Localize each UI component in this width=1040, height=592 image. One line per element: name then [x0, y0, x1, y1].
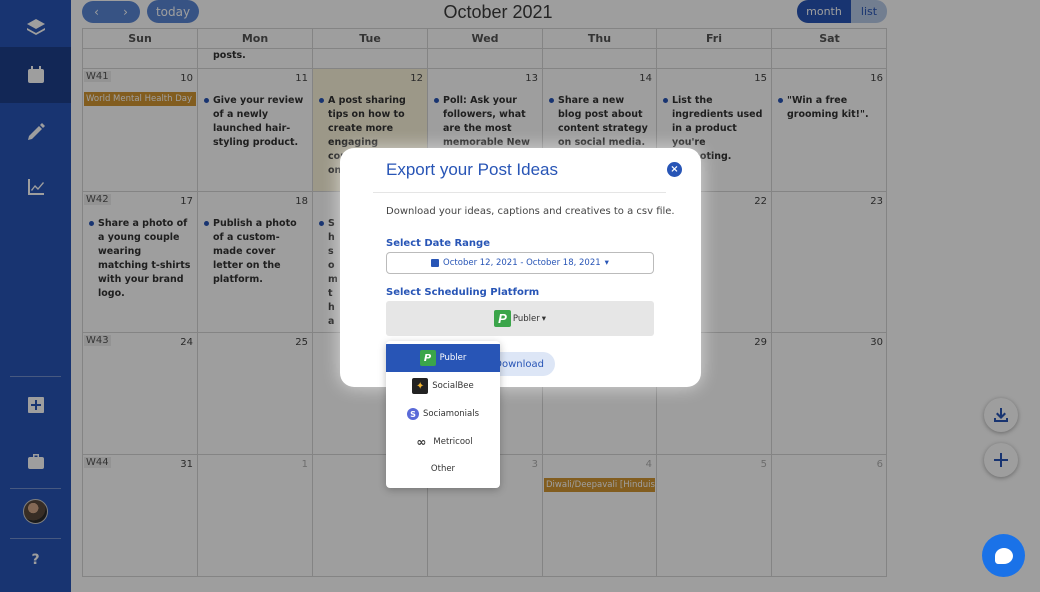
modal-title: Export your Post Ideas — [386, 160, 558, 179]
chat-bubble-icon — [994, 547, 1013, 564]
platform-select[interactable]: P Publer ▾ — [386, 301, 654, 336]
metricool-logo-icon: ∞ — [416, 435, 427, 449]
platform-option-publer[interactable]: P Publer — [386, 344, 500, 372]
modal-divider — [373, 192, 666, 193]
caret-down-icon: ▾ — [541, 313, 547, 324]
publer-logo-icon: P — [493, 310, 511, 327]
option-label: SocialBee — [432, 381, 474, 391]
platform-label: Select Scheduling Platform — [386, 287, 540, 298]
platform-option-sociamonials[interactable]: S Sociamonials — [386, 400, 500, 428]
option-label: Publer — [439, 353, 467, 363]
caret-down-icon: ▾ — [604, 258, 609, 268]
chat-button[interactable] — [982, 534, 1025, 577]
date-range-value: October 12, 2021 - October 18, 2021 — [443, 258, 601, 268]
option-label: Other — [430, 464, 456, 474]
socialbee-logo-icon: ✦ — [412, 378, 429, 394]
calendar-icon — [431, 259, 440, 267]
date-range-picker[interactable]: October 12, 2021 - October 18, 2021 ▾ — [386, 252, 654, 274]
option-label: Sociamonials — [422, 409, 480, 419]
date-range-label: Select Date Range — [386, 238, 490, 249]
close-icon[interactable]: × — [667, 162, 682, 177]
platform-dropdown: P Publer ✦ SocialBee S Sociamonials ∞ Me… — [386, 341, 500, 488]
option-label: Metricool — [433, 437, 473, 447]
platform-value: Publer — [512, 313, 540, 324]
platform-option-metricool[interactable]: ∞ Metricool — [386, 428, 500, 456]
sociamonials-logo-icon: S — [406, 408, 419, 420]
platform-option-other[interactable]: Other — [386, 455, 500, 483]
modal-description: Download your ideas, captions and creati… — [386, 206, 675, 217]
publer-logo-icon: P — [419, 350, 436, 366]
platform-option-socialbee[interactable]: ✦ SocialBee — [386, 372, 500, 400]
